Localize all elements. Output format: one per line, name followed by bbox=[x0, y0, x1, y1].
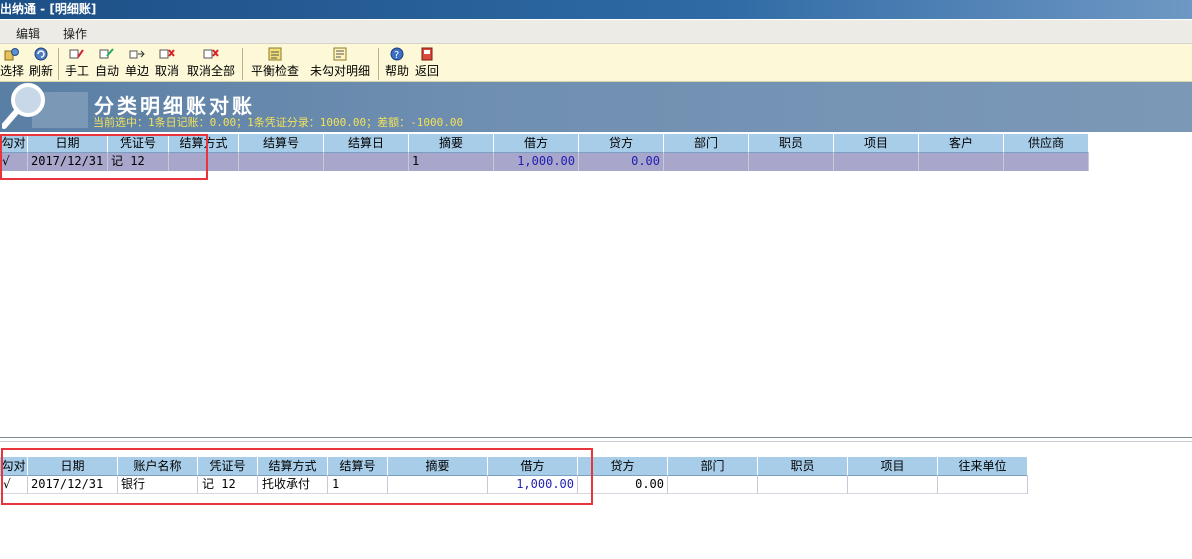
col-header-staff[interactable]: 职员 bbox=[749, 134, 834, 153]
toolbar-separator bbox=[242, 48, 243, 80]
col-header-dept[interactable]: 部门 bbox=[664, 134, 749, 153]
help-label: 帮助 bbox=[384, 64, 409, 78]
auto-icon bbox=[99, 47, 115, 61]
selection-summary: 当前选中：1条日记账：0.00；1条凭证分录：1000.00；差额：-1000.… bbox=[93, 116, 464, 129]
cancel-all-button[interactable]: 取消全部 bbox=[186, 47, 236, 79]
col-header-credit[interactable]: 贷方 bbox=[579, 134, 664, 153]
select-button[interactable]: 选择 bbox=[0, 47, 24, 79]
single-side-button[interactable]: 单边 bbox=[124, 47, 150, 79]
back-button[interactable]: 返回 bbox=[414, 47, 440, 79]
row-credit: 0.00 bbox=[579, 153, 664, 171]
row-settle-no bbox=[239, 153, 324, 171]
manual-button[interactable]: 手工 bbox=[64, 47, 90, 79]
magnifier-icon bbox=[1, 82, 90, 132]
unchecked-detail-icon bbox=[332, 47, 348, 61]
pane-splitter-line bbox=[0, 441, 1192, 442]
manual-label: 手工 bbox=[64, 64, 89, 78]
col-header-summary[interactable]: 摘要 bbox=[409, 134, 494, 153]
row-project bbox=[834, 153, 919, 171]
cancel-icon bbox=[159, 47, 175, 61]
col-header-supplier[interactable]: 供应商 bbox=[1004, 134, 1089, 153]
highlight-box bbox=[1, 448, 593, 505]
back-icon bbox=[419, 47, 435, 61]
row-debit: 1,000.00 bbox=[494, 153, 579, 171]
col-header-dept[interactable]: 部门 bbox=[668, 457, 758, 476]
pane-splitter[interactable] bbox=[0, 437, 1192, 438]
manual-icon bbox=[69, 47, 85, 61]
col-header-settle-no[interactable]: 结算号 bbox=[239, 134, 324, 153]
svg-text:?: ? bbox=[394, 50, 399, 61]
menu-operate[interactable]: 操作 bbox=[63, 25, 87, 42]
row-partner bbox=[938, 476, 1028, 494]
unchecked-detail-button[interactable]: 未勾对明细 bbox=[308, 47, 372, 79]
col-header-project[interactable]: 项目 bbox=[848, 457, 938, 476]
row-summary: 1 bbox=[409, 153, 494, 171]
toolbar-separator bbox=[378, 48, 379, 80]
auto-label: 自动 bbox=[94, 64, 119, 78]
toolbar-separator bbox=[58, 48, 59, 80]
single-side-label: 单边 bbox=[124, 64, 149, 78]
refresh-button[interactable]: 刷新 bbox=[28, 47, 54, 79]
row-supplier bbox=[1004, 153, 1089, 171]
refresh-icon bbox=[33, 47, 49, 61]
col-header-partner[interactable]: 往来单位 bbox=[938, 457, 1028, 476]
cancel-all-icon bbox=[203, 47, 219, 61]
auto-button[interactable]: 自动 bbox=[94, 47, 120, 79]
single-side-icon bbox=[129, 47, 145, 61]
select-label: 选择 bbox=[0, 64, 25, 78]
row-dept bbox=[664, 153, 749, 171]
col-header-customer[interactable]: 客户 bbox=[919, 134, 1004, 153]
cancel-all-label: 取消全部 bbox=[186, 64, 235, 78]
window-title: 出纳通 - [明细账] bbox=[0, 2, 97, 16]
col-header-project[interactable]: 项目 bbox=[834, 134, 919, 153]
col-header-settle-date[interactable]: 结算日 bbox=[324, 134, 409, 153]
refresh-label: 刷新 bbox=[28, 64, 53, 78]
balance-check-icon bbox=[267, 47, 283, 61]
toolbar: 选择 刷新 手工 自动 单边 取消 取消全部 平衡检查 未勾对明细 ? 帮助 返… bbox=[0, 44, 1192, 82]
select-icon bbox=[4, 47, 20, 61]
col-header-staff[interactable]: 职员 bbox=[758, 457, 848, 476]
cancel-button[interactable]: 取消 bbox=[154, 47, 180, 79]
menu-edit[interactable]: 编辑 bbox=[16, 25, 40, 42]
help-icon: ? bbox=[389, 47, 405, 61]
row-dept bbox=[668, 476, 758, 494]
row-staff bbox=[758, 476, 848, 494]
cancel-label: 取消 bbox=[154, 64, 179, 78]
highlight-box bbox=[0, 134, 208, 180]
menu-bar: 编辑 操作 bbox=[0, 20, 1192, 44]
row-staff bbox=[749, 153, 834, 171]
row-settle-date bbox=[324, 153, 409, 171]
row-customer bbox=[919, 153, 1004, 171]
row-project bbox=[848, 476, 938, 494]
balance-check-label: 平衡检查 bbox=[250, 64, 299, 78]
back-label: 返回 bbox=[414, 64, 439, 78]
unchecked-detail-label: 未勾对明细 bbox=[309, 64, 370, 78]
page-banner: 分类明细账对账 当前选中：1条日记账：0.00；1条凭证分录：1000.00；差… bbox=[0, 82, 1192, 132]
col-header-debit[interactable]: 借方 bbox=[494, 134, 579, 153]
window-titlebar: 出纳通 - [明细账] bbox=[0, 0, 1192, 19]
balance-check-button[interactable]: 平衡检查 bbox=[250, 47, 300, 79]
help-button[interactable]: ? 帮助 bbox=[384, 47, 410, 79]
